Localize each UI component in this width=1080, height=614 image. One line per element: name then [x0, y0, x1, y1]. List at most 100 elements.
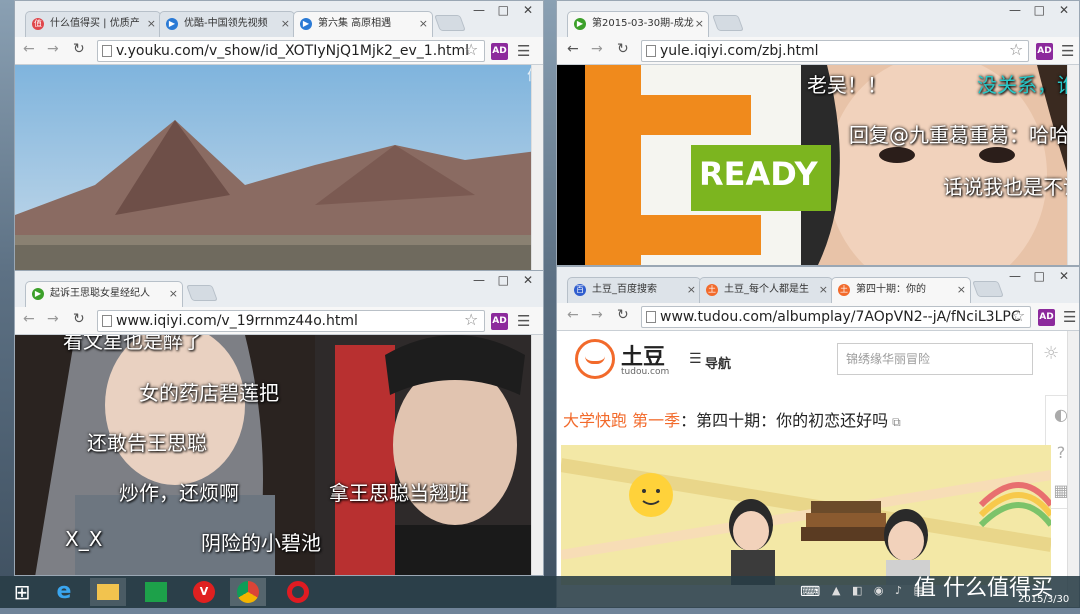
new-tab-button[interactable]: [186, 285, 218, 301]
video-content[interactable]: 看文星也是醉了 女的药店碧莲把 还敢告王思聪 炒作，还烦啊 拿王思聪当翘班 X_…: [15, 335, 543, 575]
address-bar[interactable]: www.iqiyi.com/v_19rrnmz44o.html: [97, 310, 485, 332]
show-series-link[interactable]: 大学快跑 第一季: [563, 411, 680, 430]
chrome-icon[interactable]: [230, 578, 266, 606]
copy-icon[interactable]: ⧉: [892, 415, 901, 429]
close-window-button[interactable]: ✕: [523, 3, 533, 17]
minimize-button[interactable]: —: [473, 273, 485, 287]
nav-menu-icon[interactable]: ☰: [689, 351, 702, 367]
search-input[interactable]: 锦绣缘华丽冒险: [837, 343, 1033, 375]
adblock-icon[interactable]: AD: [491, 43, 508, 60]
baidu-favicon-icon: 百: [574, 284, 586, 296]
url-text: v.youku.com/v_show/id_XOTIyNjQ1Mjk2_ev_1…: [116, 43, 470, 59]
tab-youku-home[interactable]: ▶ 优酷-中国领先视频 ×: [159, 11, 295, 37]
tab-iqiyi-show[interactable]: ▶ 第2015-03-30期-成龙 ×: [567, 11, 709, 37]
bookmark-star-icon[interactable]: ☆: [464, 310, 478, 329]
forward-arrow-icon[interactable]: →: [47, 311, 59, 327]
adblock-icon[interactable]: AD: [1036, 43, 1053, 60]
maximize-button[interactable]: □: [1034, 3, 1045, 17]
video-content[interactable]: READY 老吴！！ 没关系，谁 回复@九重葛重葛：哈哈 话说我也是不话: [557, 65, 1079, 265]
browser-toolbar: ← → ↻ v.youku.com/v_show/id_XOTIyNjQ1Mjk…: [15, 37, 543, 65]
youku-favicon-icon: ▶: [166, 18, 178, 30]
bookmark-star-icon[interactable]: ☆: [1011, 306, 1025, 325]
browser-window-youku: 值什么值得买 | 优质产 × ▶ 优酷-中国领先视频 × ▶ 第六集 高原相遇 × — □…: [14, 0, 544, 274]
windows-start-icon[interactable]: ⊞: [4, 578, 40, 606]
page-icon: [646, 45, 656, 57]
episode-title: ：第四十期：你的初恋还好吗: [680, 411, 889, 430]
browser-window-iqiyi-bottom: ▶ 起诉王思聪女星经纪人 × — □ ✕ ← → ↻ www.iqiyi.com/v…: [14, 270, 544, 576]
forward-arrow-icon[interactable]: →: [591, 41, 603, 57]
tudou-logo-sub: tudou.com: [621, 367, 670, 377]
new-tab-button[interactable]: [434, 15, 466, 31]
minimize-button[interactable]: —: [473, 3, 485, 17]
tab-baidu[interactable]: 百土豆_百度搜索 ×: [567, 277, 701, 303]
tab-tudou-video[interactable]: 土第四十期：你的 ×: [831, 277, 971, 303]
reload-icon[interactable]: ↻: [73, 311, 85, 327]
back-arrow-icon[interactable]: ←: [23, 311, 35, 327]
vivaldi-icon[interactable]: V: [186, 578, 222, 606]
taskbar: ⊞ e V ⌨ ▲ ◧ ◉ ♪ ▤ 值 什么值得买 2015/3/30: [0, 576, 1080, 608]
file-explorer-icon[interactable]: [90, 578, 126, 606]
opera-icon[interactable]: [280, 578, 316, 606]
tab-strip: ▶ 起诉王思聪女星经纪人 × — □ ✕: [15, 271, 543, 307]
smzdm-favicon-icon: 值: [32, 18, 44, 30]
close-tab-icon[interactable]: ×: [281, 12, 290, 36]
scrollbar[interactable]: [531, 65, 543, 273]
menu-icon[interactable]: ☰: [517, 312, 530, 330]
maximize-button[interactable]: □: [1034, 269, 1045, 283]
tab-strip: ▶ 第2015-03-30期-成龙 × — □ ✕: [557, 1, 1079, 37]
address-bar[interactable]: yule.iqiyi.com/zbj.html: [641, 40, 1029, 62]
keyboard-icon[interactable]: ⌨: [800, 584, 820, 600]
address-bar[interactable]: v.youku.com/v_show/id_XOTIyNjQ1Mjk2_ev_1…: [97, 40, 485, 62]
tudou-logo[interactable]: [575, 339, 615, 379]
lightbulb-icon[interactable]: ☼: [1043, 343, 1059, 364]
tab-strip: 百土豆_百度搜索 × 土土豆_每个人都是生 × 土第四十期：你的 × — □ ✕: [557, 267, 1079, 303]
reload-icon[interactable]: ↻: [617, 307, 629, 323]
danmaku-comment: 阴险的小碧池: [201, 531, 321, 555]
tudou-face-icon: [585, 356, 605, 364]
reload-icon[interactable]: ↻: [617, 41, 629, 57]
minimize-button[interactable]: —: [1009, 3, 1021, 17]
close-tab-icon[interactable]: ×: [957, 278, 966, 302]
scrollbar[interactable]: [1067, 65, 1079, 265]
scrollbar[interactable]: [1067, 331, 1079, 607]
close-tab-icon[interactable]: ×: [147, 12, 156, 36]
tab-smzdm[interactable]: 值什么值得买 | 优质产 ×: [25, 11, 161, 37]
close-tab-icon[interactable]: ×: [695, 12, 704, 36]
close-tab-icon[interactable]: ×: [169, 282, 178, 306]
minimize-button[interactable]: —: [1009, 269, 1021, 283]
scrollbar[interactable]: [531, 335, 543, 575]
maximize-button[interactable]: □: [498, 273, 509, 287]
close-window-button[interactable]: ✕: [523, 273, 533, 287]
forward-arrow-icon[interactable]: →: [47, 41, 59, 57]
tab-tudou-home[interactable]: 土土豆_每个人都是生 ×: [699, 277, 833, 303]
back-arrow-icon[interactable]: ←: [567, 307, 579, 323]
adblock-icon[interactable]: AD: [491, 313, 508, 330]
windows-store-icon[interactable]: [138, 578, 174, 606]
maximize-button[interactable]: □: [498, 3, 509, 17]
menu-icon[interactable]: ☰: [1061, 42, 1074, 60]
adblock-icon[interactable]: AD: [1038, 309, 1055, 326]
tab-label: 第2015-03-30期-成龙: [592, 18, 694, 29]
bookmark-star-icon[interactable]: ☆: [1009, 40, 1023, 59]
close-tab-icon[interactable]: ×: [687, 278, 696, 302]
nav-button[interactable]: 导航: [705, 353, 731, 372]
back-arrow-icon[interactable]: ←: [23, 41, 35, 57]
close-window-button[interactable]: ✕: [1059, 3, 1069, 17]
menu-icon[interactable]: ☰: [517, 42, 530, 60]
video-content[interactable]: 优: [15, 65, 543, 273]
new-tab-button[interactable]: [712, 15, 744, 31]
bookmark-star-icon[interactable]: ☆: [464, 40, 478, 59]
video-player-frame[interactable]: [561, 445, 1051, 585]
address-bar[interactable]: www.tudou.com/albumplay/7AOpVN2--jA/fNci…: [641, 306, 1031, 328]
forward-arrow-icon[interactable]: →: [591, 307, 603, 323]
tab-iqiyi-news[interactable]: ▶ 起诉王思聪女星经纪人 ×: [25, 281, 183, 307]
new-tab-button[interactable]: [972, 281, 1004, 297]
back-arrow-icon[interactable]: ←: [567, 41, 579, 57]
tab-youku-video[interactable]: ▶ 第六集 高原相遇 ×: [293, 11, 433, 37]
menu-icon[interactable]: ☰: [1063, 308, 1076, 326]
close-tab-icon[interactable]: ×: [419, 12, 428, 36]
internet-explorer-icon[interactable]: e: [46, 578, 82, 606]
close-window-button[interactable]: ✕: [1059, 269, 1069, 283]
reload-icon[interactable]: ↻: [73, 41, 85, 57]
close-tab-icon[interactable]: ×: [819, 278, 828, 302]
